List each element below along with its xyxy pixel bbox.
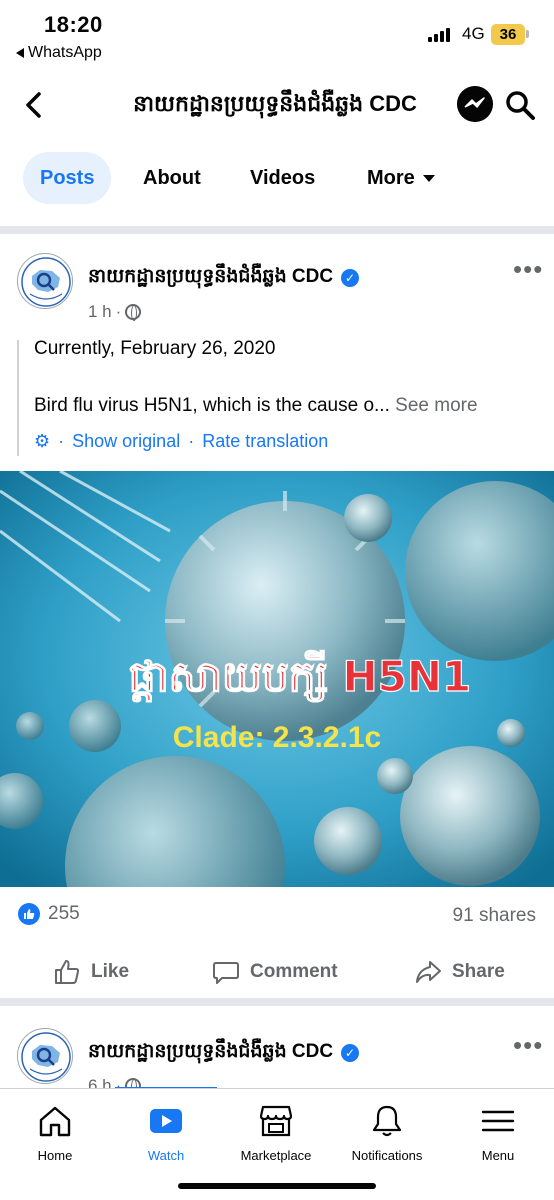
back-app-label: WhatsApp — [28, 44, 102, 61]
shares-count[interactable]: 91 shares — [453, 905, 536, 927]
tab-videos[interactable]: Videos — [250, 152, 315, 204]
nav-notifications-label: Notifications — [351, 1148, 423, 1163]
tab-more[interactable]: More — [367, 152, 435, 204]
verified-badge-icon: ✓ — [341, 269, 360, 287]
share-button[interactable]: Share — [414, 948, 505, 996]
translation-bar: ⚙ · Show original · Rate translation — [34, 431, 328, 452]
status-time: 18:20 — [44, 12, 103, 37]
post-text-line: Currently, February 26, 2020 — [34, 338, 276, 359]
nav-notifications[interactable]: Notifications — [332, 1089, 442, 1179]
cdc-logo-icon — [21, 257, 71, 307]
image-subtitle: Clade: 2.3.2.1c — [173, 721, 381, 754]
thumbs-up-icon — [55, 960, 80, 984]
globe-icon — [125, 304, 142, 321]
comment-icon — [213, 962, 239, 984]
translation-quote-bar — [17, 340, 19, 456]
section-divider — [0, 226, 554, 234]
nav-watch[interactable]: Watch — [111, 1089, 221, 1179]
nav-home-label: Home — [37, 1148, 73, 1163]
nav-home[interactable]: Home — [0, 1089, 110, 1179]
verified-badge-icon: ✓ — [341, 1044, 360, 1062]
chevron-left-icon[interactable] — [20, 90, 48, 120]
post-page-name[interactable]: នាយកដ្ឋានប្រយុទ្ធនឹងជំងឺឆ្លង CDC ✓ — [88, 264, 360, 292]
nav-marketplace-label: Marketplace — [240, 1148, 312, 1163]
post-time: 1 h — [88, 302, 112, 321]
cdc-logo-icon — [21, 1032, 71, 1082]
home-icon — [39, 1106, 71, 1137]
section-divider — [0, 998, 554, 1006]
show-original-link[interactable]: Show original — [72, 431, 180, 452]
gear-icon[interactable]: ⚙ — [34, 431, 50, 452]
post-page-name-label: នាយកដ្ឋានប្រយុទ្ធនឹងជំងឺឆ្លង CDC — [88, 266, 334, 287]
rate-translation-link[interactable]: Rate translation — [202, 431, 328, 452]
image-title: ផ្តាសាយបក្សី H5N1 — [129, 650, 472, 702]
nav-watch-label: Watch — [147, 1148, 185, 1163]
post-page-name-label: នាយកដ្ឋានប្រយុទ្ធនឹងជំងឺឆ្លង CDC — [88, 1041, 334, 1062]
nav-menu[interactable]: Menu — [443, 1089, 553, 1179]
avatar[interactable] — [17, 253, 73, 309]
tab-more-label: More — [367, 167, 415, 189]
post-text-line: Bird flu virus H5N1, which is the cause … — [34, 395, 478, 417]
back-triangle-icon — [16, 48, 24, 58]
share-icon — [416, 961, 441, 983]
page-header: នាយកដ្ឋានប្រយុទ្ធនឹងជំងឺឆ្លង CDC — [0, 78, 554, 132]
back-to-app-link[interactable]: WhatsApp — [16, 44, 102, 62]
nav-marketplace[interactable]: Marketplace — [221, 1089, 331, 1179]
post-meta: 1 h · — [88, 302, 142, 322]
network-type: 4G — [462, 24, 485, 43]
like-button[interactable]: Like — [53, 948, 129, 996]
battery-icon: 36 — [491, 24, 525, 45]
dot-separator: · — [115, 302, 122, 321]
tab-posts[interactable]: Posts — [23, 152, 112, 204]
search-icon[interactable] — [503, 88, 537, 122]
nav-menu-label: Menu — [481, 1148, 515, 1163]
dot-separator: · — [58, 431, 65, 451]
messenger-icon[interactable] — [457, 86, 493, 122]
battery-cap — [526, 30, 529, 38]
post-options-icon[interactable]: ••• — [513, 1032, 543, 1058]
comment-label: Comment — [250, 961, 338, 982]
comment-button[interactable]: Comment — [212, 948, 338, 996]
bell-icon — [372, 1105, 402, 1137]
signal-icon — [428, 28, 450, 42]
reactions-summary[interactable]: 255 — [18, 903, 80, 925]
share-label: Share — [452, 961, 505, 982]
marketplace-icon — [259, 1105, 293, 1137]
post-options-icon[interactable]: ••• — [513, 256, 543, 282]
post-page-name[interactable]: នាយកដ្ឋានប្រយុទ្ធនឹងជំងឺឆ្លង CDC ✓ — [88, 1039, 360, 1067]
post-actions: Like Comment Share — [0, 948, 554, 996]
post-image[interactable]: ផ្តាសាយបក្សី H5N1 Clade: 2.3.2.1c — [0, 471, 554, 887]
like-label: Like — [91, 961, 130, 982]
like-reaction-icon — [18, 903, 40, 925]
home-indicator — [178, 1183, 376, 1189]
watch-video-icon — [150, 1109, 182, 1133]
see-more-link[interactable]: See more — [395, 395, 477, 416]
post-text-preview: Bird flu virus H5N1, which is the cause … — [34, 395, 390, 416]
page-tabs: Posts About Videos More — [0, 152, 554, 204]
status-bar: 18:20 WhatsApp 4G 36 — [0, 0, 554, 70]
tab-about[interactable]: About — [143, 152, 201, 204]
page-title: នាយកដ្ឋានប្រយុទ្ធនឹងជំងឺឆ្លង CDC — [133, 91, 417, 116]
likes-count: 255 — [48, 903, 80, 924]
caret-down-icon — [422, 175, 435, 183]
avatar[interactable] — [17, 1028, 73, 1084]
hamburger-menu-icon — [481, 1110, 515, 1132]
dot-separator: · — [188, 431, 195, 451]
